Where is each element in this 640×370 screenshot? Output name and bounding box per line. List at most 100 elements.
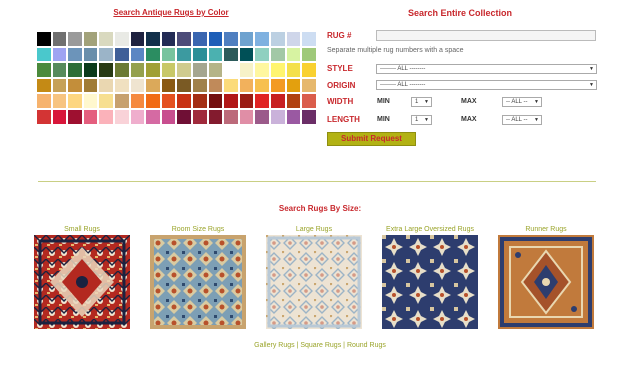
- color-swatch[interactable]: [254, 93, 270, 109]
- small-rugs-label[interactable]: Small Rugs: [34, 225, 130, 234]
- color-swatch[interactable]: [207, 93, 224, 109]
- color-swatch[interactable]: [176, 62, 192, 78]
- room-size-rugs-label[interactable]: Room Size Rugs: [150, 225, 246, 234]
- color-swatch[interactable]: [269, 77, 286, 94]
- color-swatch[interactable]: [285, 46, 302, 63]
- color-swatch[interactable]: [223, 77, 239, 94]
- color-swatch[interactable]: [160, 31, 177, 47]
- small-rugs-card[interactable]: Small Rugs: [34, 225, 130, 329]
- color-swatch[interactable]: [98, 46, 114, 63]
- color-swatch[interactable]: [129, 77, 146, 94]
- color-swatch[interactable]: [82, 77, 99, 94]
- color-swatch[interactable]: [145, 46, 161, 63]
- color-swatch[interactable]: [285, 31, 302, 47]
- color-swatch[interactable]: [176, 93, 192, 109]
- color-swatch[interactable]: [98, 31, 114, 47]
- color-swatch[interactable]: [98, 93, 114, 109]
- color-swatch[interactable]: [254, 108, 270, 125]
- color-swatch[interactable]: [207, 77, 224, 94]
- color-swatch[interactable]: [176, 31, 192, 47]
- color-swatch[interactable]: [301, 31, 317, 47]
- color-swatch[interactable]: [238, 77, 255, 94]
- color-swatch[interactable]: [51, 93, 68, 109]
- color-swatch[interactable]: [176, 77, 192, 94]
- color-swatch[interactable]: [223, 108, 239, 125]
- color-swatch[interactable]: [238, 93, 255, 109]
- color-swatch[interactable]: [285, 77, 302, 94]
- color-swatch[interactable]: [301, 93, 317, 109]
- room-size-rug-image[interactable]: [150, 235, 246, 329]
- color-swatch[interactable]: [36, 46, 52, 63]
- color-swatch[interactable]: [285, 93, 302, 109]
- color-swatch[interactable]: [98, 62, 114, 78]
- small-rug-image[interactable]: [34, 235, 130, 329]
- color-swatch[interactable]: [254, 31, 270, 47]
- length-min-select[interactable]: 1 ▼: [411, 115, 432, 125]
- color-swatch[interactable]: [129, 31, 146, 47]
- color-swatch[interactable]: [67, 77, 83, 94]
- color-swatch[interactable]: [36, 108, 52, 125]
- color-swatch[interactable]: [207, 108, 224, 125]
- color-swatch[interactable]: [113, 108, 130, 125]
- color-swatch[interactable]: [269, 62, 286, 78]
- round-rugs-link[interactable]: Round Rugs: [347, 342, 386, 349]
- color-swatch[interactable]: [82, 31, 99, 47]
- large-rugs-card[interactable]: Large Rugs: [266, 225, 362, 329]
- color-swatch[interactable]: [238, 62, 255, 78]
- color-swatch[interactable]: [113, 31, 130, 47]
- color-swatch[interactable]: [269, 46, 286, 63]
- color-swatch[interactable]: [145, 93, 161, 109]
- color-swatch[interactable]: [207, 46, 224, 63]
- color-swatch[interactable]: [36, 77, 52, 94]
- color-swatch[interactable]: [238, 31, 255, 47]
- color-swatch[interactable]: [160, 46, 177, 63]
- color-swatch[interactable]: [129, 93, 146, 109]
- extra-large-rugs-label[interactable]: Extra Large Oversized Rugs: [382, 225, 478, 234]
- color-swatch[interactable]: [98, 108, 114, 125]
- color-swatch[interactable]: [207, 62, 224, 78]
- color-swatch[interactable]: [285, 62, 302, 78]
- color-swatch[interactable]: [223, 46, 239, 63]
- color-swatch[interactable]: [51, 46, 68, 63]
- color-swatch[interactable]: [160, 62, 177, 78]
- color-swatch[interactable]: [82, 93, 99, 109]
- runner-rugs-card[interactable]: Runner Rugs: [498, 225, 594, 329]
- color-swatch[interactable]: [145, 31, 161, 47]
- color-swatch[interactable]: [36, 62, 52, 78]
- color-swatch[interactable]: [67, 31, 83, 47]
- color-swatch[interactable]: [223, 93, 239, 109]
- color-swatch[interactable]: [191, 77, 208, 94]
- color-swatch[interactable]: [160, 77, 177, 94]
- color-swatch[interactable]: [82, 108, 99, 125]
- color-swatch[interactable]: [145, 62, 161, 78]
- color-swatch[interactable]: [191, 31, 208, 47]
- extra-large-rug-image[interactable]: [382, 235, 478, 329]
- color-swatch[interactable]: [223, 31, 239, 47]
- color-swatch[interactable]: [129, 46, 146, 63]
- color-swatch[interactable]: [113, 46, 130, 63]
- color-swatch[interactable]: [269, 31, 286, 47]
- origin-select[interactable]: -------- ALL -------- ▼: [376, 80, 597, 90]
- color-swatch[interactable]: [223, 62, 239, 78]
- color-swatch[interactable]: [113, 77, 130, 94]
- color-swatch[interactable]: [113, 93, 130, 109]
- color-swatch[interactable]: [67, 62, 83, 78]
- width-max-select[interactable]: -- ALL -- ▼: [502, 97, 542, 107]
- color-swatch[interactable]: [51, 108, 68, 125]
- color-swatch[interactable]: [191, 108, 208, 125]
- large-rugs-label[interactable]: Large Rugs: [266, 225, 362, 234]
- large-rug-image[interactable]: [266, 235, 362, 329]
- color-swatch[interactable]: [254, 62, 270, 78]
- color-swatch[interactable]: [145, 108, 161, 125]
- color-swatch[interactable]: [285, 108, 302, 125]
- color-swatch[interactable]: [238, 108, 255, 125]
- color-swatch[interactable]: [269, 108, 286, 125]
- color-swatch[interactable]: [254, 77, 270, 94]
- color-swatch[interactable]: [176, 108, 192, 125]
- room-size-rugs-card[interactable]: Room Size Rugs: [150, 225, 246, 329]
- rug-number-input[interactable]: [376, 30, 596, 41]
- color-swatch[interactable]: [176, 46, 192, 63]
- color-swatch[interactable]: [36, 31, 52, 47]
- runner-rugs-label[interactable]: Runner Rugs: [498, 225, 594, 234]
- color-swatch[interactable]: [191, 46, 208, 63]
